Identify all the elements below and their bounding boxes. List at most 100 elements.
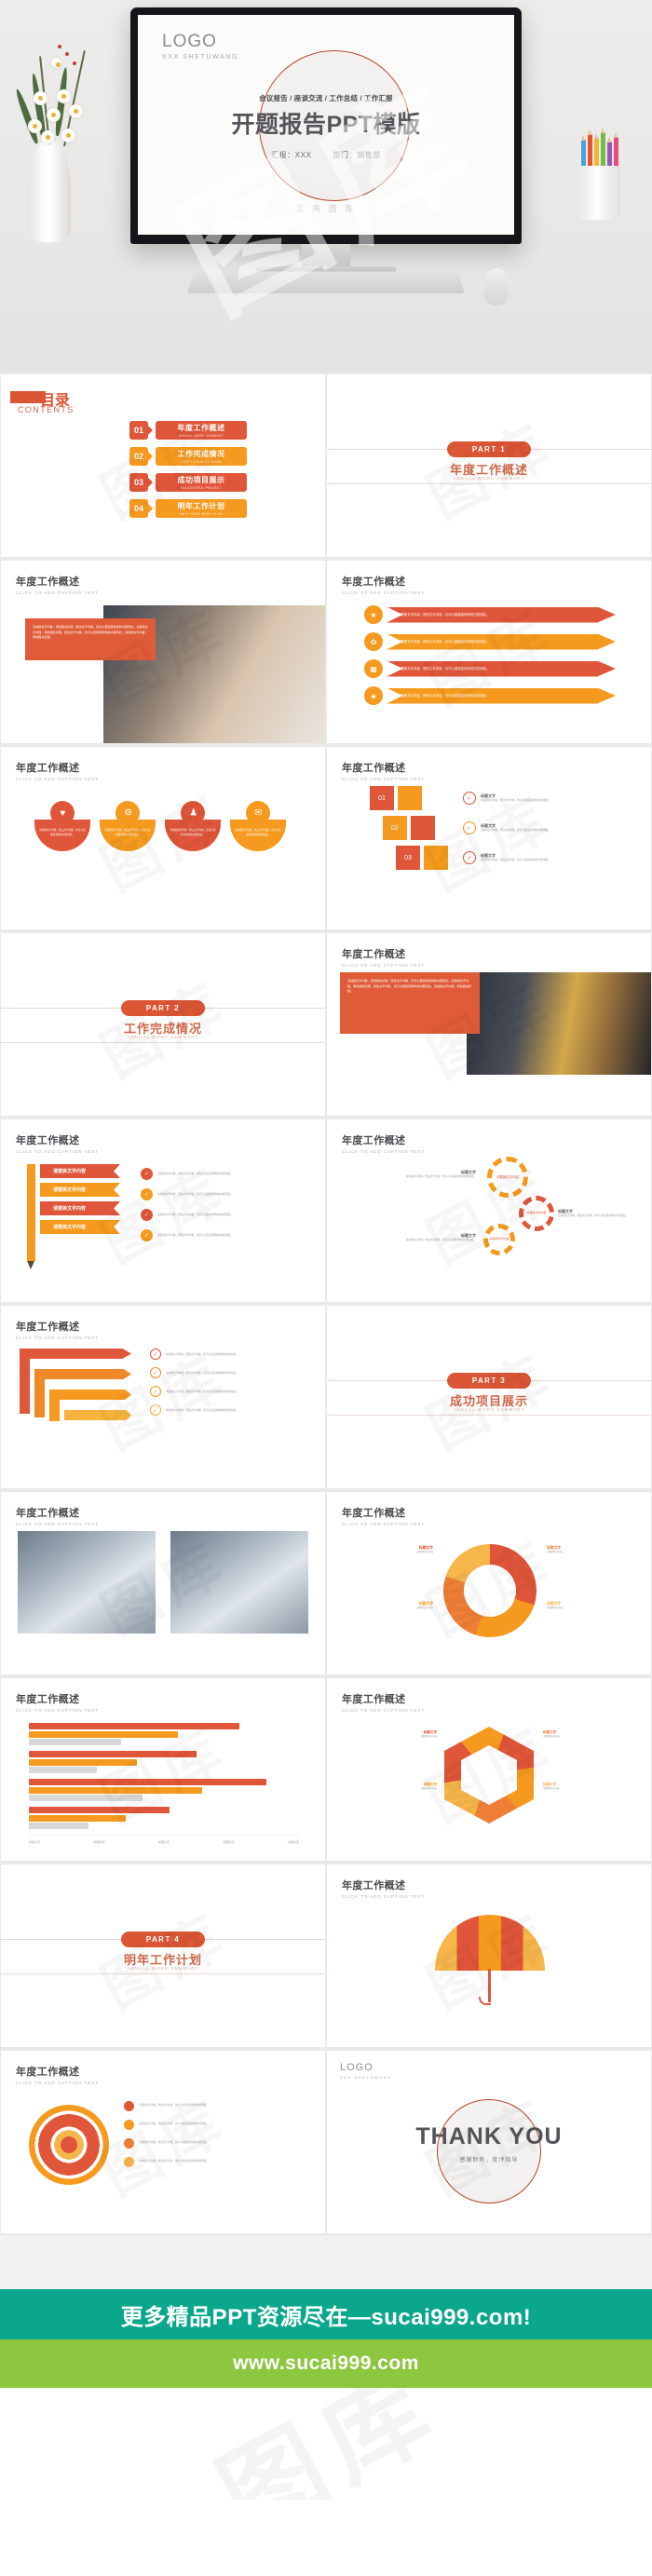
legend-text: 请替换文字内容 [420,1735,437,1738]
slide-thank-you[interactable]: LOGO XXX SHETUWANG THANK YOU 感谢聆听，批评指导 图… [327,2051,651,2233]
pin-item[interactable]: ⚙ 请替换文字内容，修改文字内容，也可以直接复制你的内容到此。 [100,795,156,851]
title-kicker: 会议报告 / 座谈交流 / 工作总结 / 工作汇报 [259,94,393,102]
slide-row: 年度工作概述 CLICK TO ADD CAPTION TEXT 请替换文字内容… [0,1118,652,1304]
hexagon-chart[interactable] [444,1727,534,1824]
pin-text: 请替换文字内容，修改文字内容，也可以直接复制你的内容到此。 [235,829,281,836]
part-divider: PART 2 工作完成情况 ANNUAL WORK SUMMARY [1,933,325,1116]
toc-bar: 工作完成情况 COMPLETION OF WORK [156,447,247,466]
blossom [61,129,75,142]
berry [58,45,61,48]
berry [65,52,69,56]
slide-header: 年度工作概述 CLICK TO ADD CAPTION TEXT [342,1878,425,1899]
umbrella-icon[interactable] [435,1915,545,1971]
horizontal-bar-chart[interactable]: 标题文字 标题文字 标题文字 标题文字 标题文字 [29,1723,299,1844]
slide-title: 年度工作概述 [16,2067,80,2078]
toc-item[interactable]: 01 年度工作概述 ANNUAL WORK SUMMARY [129,421,247,440]
legend-dot [124,2157,134,2167]
promo-banner-primary[interactable]: 更多精品PPT资源尽在—sucai999.com! [0,2289,652,2339]
l-arrow[interactable] [49,1390,131,1421]
slide-hexagon[interactable]: 年度工作概述 CLICK TO ADD CAPTION TEXT 标题文字 请替… [327,1678,651,1861]
slide-part-3[interactable]: PART 3 成功项目展示 ANNUAL WORK SUMMARY 图库 [327,1306,651,1488]
footer-watermark: 图库 [12,2388,640,2500]
slide-umbrella[interactable]: 年度工作概述 CLICK TO ADD CAPTION TEXT 图库 [327,1864,651,2047]
donut-chart[interactable] [443,1544,537,1637]
toc-item[interactable]: 03 成功项目展示 SUCCESSFUL PROJECT [129,473,247,492]
slide-donut-chart[interactable]: 年度工作概述 CLICK TO ADD CAPTION TEXT 标题文字 请替… [327,1492,651,1674]
slide-l-arrows[interactable]: 年度工作概述 CLICK TO ADD CAPTION TEXT ✓ 请替换文字… [1,1306,325,1488]
slide-overview-photo[interactable]: 年度工作概述 CLICK TO ADD CAPTION TEXT 请替换文字内容… [1,561,325,743]
caption-text: 请替换文字内容，修改文字内容，也可以直接复制你的内容到此。 [166,1408,238,1412]
toc-item[interactable]: 04 明年工作计划 NEXT YEAR WORK PLAN [129,499,247,518]
part-divider: PART 3 成功项目展示 ANNUAL WORK SUMMARY [327,1306,651,1488]
slide-row: 目录 CONTENTS 01 年度工作概述 ANNUAL WORK SUMMAR… [0,373,652,559]
slide-gear-diagram[interactable]: 年度工作概述 CLICK TO ADD CAPTION TEXT 请替换文字内容… [327,1119,651,1302]
toc-bar: 明年工作计划 NEXT YEAR WORK PLAN [156,499,247,518]
part-title-en: ANNUAL WORK SUMMARY [453,1407,525,1412]
blossom [28,119,42,133]
slide-desk-photo[interactable]: 年度工作概述 CLICK TO ADD CAPTION TEXT 请替换文字内容… [327,933,651,1116]
step-row[interactable]: 03 ✓ 标题文字 请替换文字内容，修改文字内容，也可以直接复制你的内容到此。 [396,846,578,870]
divider-line [327,1415,651,1416]
hex-legend-item: 标题文字 请替换文字内容 [543,1730,634,1740]
arrow-bar: 请替换文字内容，修改文字内容，也可以直接复制你的内容到此。 [387,660,616,677]
gear-icon[interactable]: 请替换文字内容 [487,1157,528,1198]
slide-title: 年度工作概述 [16,763,80,774]
arrow-step[interactable]: ✿ 请替换文字内容，修改文字内容，也可以直接复制你的内容到此。 [364,632,616,651]
slide-two-photos[interactable]: 年度工作概述 CLICK TO ADD CAPTION TEXT 图库 [1,1492,325,1674]
l-arrow[interactable] [34,1369,131,1417]
step-caption: 标题文字 请替换文字内容，修改文字内容，也可以直接复制你的内容到此。 [481,853,578,863]
slide-step-boxes[interactable]: 年度工作概述 CLICK TO ADD CAPTION TEXT 01 ✓ 标题… [327,747,651,929]
pin-text: 请替换文字内容，修改文字内容，也可以直接复制你的内容到此。 [39,829,86,836]
gear-icon[interactable]: 请替换文字内容 [483,1224,515,1255]
bar-series-2 [29,1814,127,1822]
chart-icon: ▦ [364,659,383,678]
step-row[interactable]: 01 ✓ 标题文字 请替换文字内容，修改文字内容，也可以直接复制你的内容到此。 [370,786,578,810]
arrow-step[interactable]: ◈ 请替换文字内容，修改文字内容，也可以直接复制你的内容到此。 [364,686,616,705]
slide-part-4[interactable]: PART 4 明年工作计划 ANNUAL WORK SUMMARY 图库 [1,1864,325,2047]
arrow-steps: ★ 请替换文字内容，修改文字内容，也可以直接复制你的内容到此。 ✿ 请替换文字内… [364,605,616,705]
caption-row: ✓ 请替换文字内容，修改文字内容，也可以直接复制你的内容到此。 [150,1349,306,1360]
slide-part-1[interactable]: PART 1 年度工作概述 ANNUAL WORK SUMMARY 图库 [327,374,651,557]
bar-group [29,1751,299,1773]
l-arrow-captions: ✓ 请替换文字内容，修改文字内容，也可以直接复制你的内容到此。 ✓ 请替换文字内… [150,1349,306,1416]
legend-row: 请替换文字内容，修改文字内容，也可以直接复制你的内容到此。 [124,2120,292,2130]
blossom [47,108,61,122]
step-row[interactable]: 02 ✓ 标题文字 请替换文字内容，修改文字内容，也可以直接复制你的内容到此。 [383,816,578,840]
toc-item[interactable]: 02 工作完成情况 COMPLETION OF WORK [129,447,247,466]
radial-legend: 请替换文字内容，修改文字内容，也可以直接复制你的内容到此。 请替换文字内容，修改… [124,2101,292,2167]
slide-pencil-ribbons[interactable]: 年度工作概述 CLICK TO ADD CAPTION TEXT 请替换文字内容… [1,1119,325,1302]
arrow-step[interactable]: ▦ 请替换文字内容，修改文字内容，也可以直接复制你的内容到此。 [364,659,616,678]
slide-radial-diagram[interactable]: 年度工作概述 CLICK TO ADD CAPTION TEXT 请替换文字内容… [1,2051,325,2233]
star-icon: ★ [364,605,383,624]
ribbon-label[interactable]: 请替换文字内容 [40,1183,120,1197]
slide-bar-chart[interactable]: 年度工作概述 CLICK TO ADD CAPTION TEXT 标题文字 标题… [1,1678,325,1861]
slide-pin-icons[interactable]: 年度工作概述 CLICK TO ADD CAPTION TEXT ♥ 请替换文字… [1,747,325,929]
promo-banner-secondary[interactable]: www.sucai999.com [0,2339,652,2388]
part-title-en: ANNUAL WORK SUMMARY [127,1966,199,1971]
step-caption: 标题文字 请替换文字内容，修改文字内容，也可以直接复制你的内容到此。 [481,823,578,834]
gear-icon[interactable]: 请替换文字内容 [519,1196,554,1231]
arrow-step[interactable]: ★ 请替换文字内容，修改文字内容，也可以直接复制你的内容到此。 [364,605,616,624]
ribbon-label[interactable]: 请替换文字内容 [40,1201,120,1215]
l-arrow[interactable] [64,1410,131,1423]
check-icon: ✓ [150,1386,161,1397]
slide-header: 年度工作概述 CLICK TO ADD CAPTION TEXT [342,1132,425,1154]
pin-item[interactable]: ♥ 请替换文字内容，修改文字内容，也可以直接复制你的内容到此。 [34,795,90,851]
dept-label: 部门：销售部 [333,151,382,159]
slide-header: 年度工作概述 CLICK TO ADD CAPTION TEXT [16,760,99,781]
slide-header: 年度工作概述 CLICK TO ADD CAPTION TEXT [342,574,425,595]
donut-legend-item: 标题文字 请替换文字内容 [547,1546,640,1555]
slide-arrow-diagram[interactable]: 年度工作概述 CLICK TO ADD CAPTION TEXT ★ 请替换文字… [327,561,651,743]
slide-logo: LOGO XXX SHETUWANG [340,2062,392,2080]
slide-subtitle: CLICK TO ADD CAPTION TEXT [16,1708,99,1713]
slide-contents[interactable]: 目录 CONTENTS 01 年度工作概述 ANNUAL WORK SUMMAR… [1,374,325,557]
title-block: 会议报告 / 座谈交流 / 工作总结 / 工作汇报 开题报告PPT模版 汇报：X… [138,93,514,160]
slide-part-2[interactable]: PART 2 工作完成情况 ANNUAL WORK SUMMARY 图库 [1,933,325,1116]
ribbon-label[interactable]: 请替换文字内容 [40,1220,120,1234]
ribbon-label[interactable]: 请替换文字内容 [40,1164,120,1178]
toc-number: 01 [129,421,148,440]
l-arrow[interactable] [20,1349,131,1414]
pin-item[interactable]: ✉ 请替换文字内容，修改文字内容，也可以直接复制你的内容到此。 [230,795,286,851]
slide-title: 年度工作概述 [16,1508,80,1519]
pin-item[interactable]: ♟ 请替换文字内容，修改文字内容，也可以直接复制你的内容到此。 [165,795,221,851]
